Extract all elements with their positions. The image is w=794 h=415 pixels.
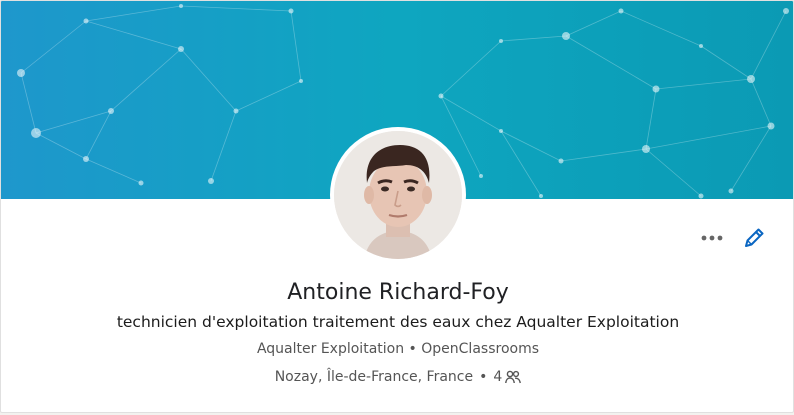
- more-options-icon[interactable]: [701, 235, 723, 241]
- separator-dot: •: [408, 341, 417, 357]
- connections-count: 4: [493, 369, 503, 385]
- pencil-edit-icon[interactable]: [743, 227, 765, 249]
- profile-name: Antoine Richard-Foy: [287, 280, 509, 305]
- person-portrait-icon: [334, 131, 462, 259]
- profile-affiliations: Aqualter Exploitation • OpenClassrooms: [1, 339, 793, 359]
- separator-dot: •: [479, 369, 488, 385]
- company-link[interactable]: Aqualter Exploitation: [257, 341, 404, 357]
- connections-link[interactable]: 4: [493, 367, 522, 387]
- avatar-photo: [334, 131, 462, 259]
- profile-info: Antoine Richard-Foy technicien d'exploit…: [1, 277, 793, 387]
- profile-actions: [701, 227, 765, 249]
- profile-location: Nozay, Île-de-France, France: [274, 369, 474, 385]
- profile-headline: technicien d'exploitation traitement des…: [116, 313, 680, 331]
- school-link[interactable]: OpenClassrooms: [421, 341, 539, 357]
- profile-location-row: Nozay, Île-de-France, France • 4: [1, 367, 793, 387]
- profile-card: Antoine Richard-Foy technicien d'exploit…: [0, 0, 794, 413]
- people-icon: [505, 370, 522, 384]
- profile-avatar[interactable]: [330, 127, 466, 263]
